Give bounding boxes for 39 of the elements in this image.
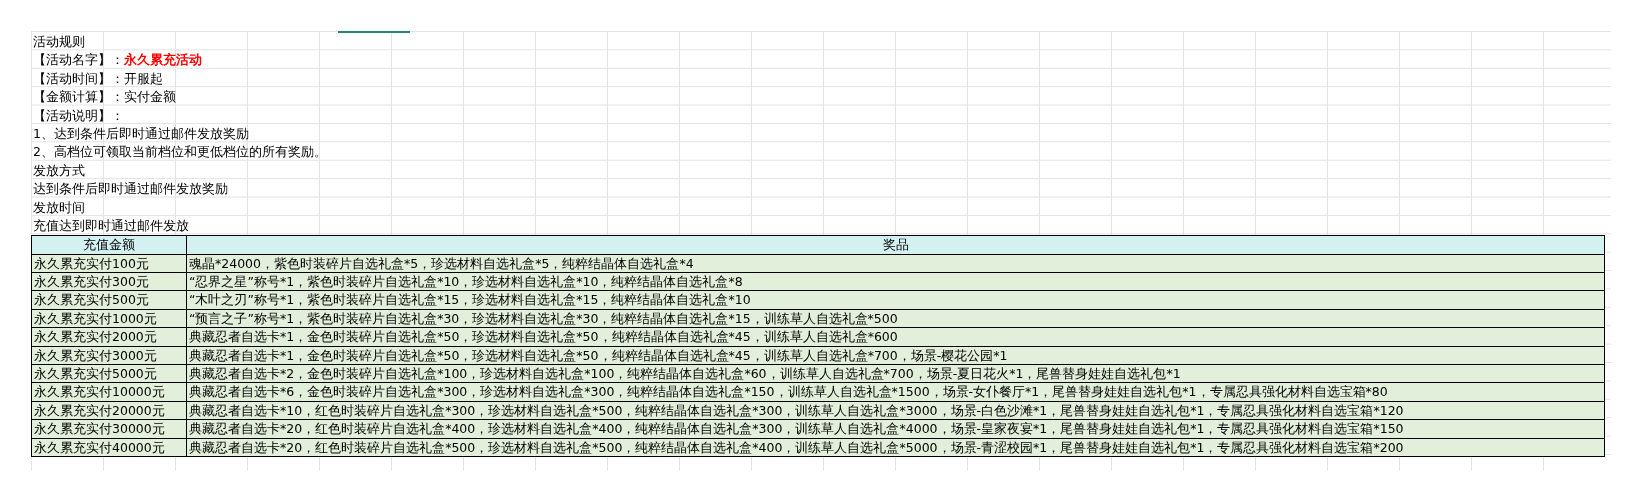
selected-column-marker <box>338 31 410 33</box>
column-header: 奖品 <box>187 236 1605 254</box>
table-cell: 永久累充实付2000元 <box>32 328 187 346</box>
table-cell: 魂晶*24000，紫色时装碎片自选礼盒*5，珍选材料自选礼盒*5，纯粹结晶体自选礼盒*4 <box>187 254 1605 273</box>
column-header: 充值金额 <box>32 236 187 254</box>
rule-text: 【活动说明】： <box>33 106 124 125</box>
rule-label: 【活动名字】： <box>33 51 124 70</box>
rule-text: 1、达到条件后即时通过邮件发放奖励 <box>33 124 249 143</box>
rule-value: 永久累充活动 <box>124 51 202 70</box>
rule-text: 达到条件后即时通过邮件发放奖励 <box>33 180 228 199</box>
table-cell: 永久累充实付3000元 <box>32 346 187 365</box>
table-cell: 永久累充实付100元 <box>32 254 187 273</box>
table-cell: 典藏忍者自选卡*20，红色时装碎片自选礼盒*400，珍选材料自选礼盒*400，纯粹结晶体自选礼盒*300，训练草人自选礼盒*4000，场景-皇家夜宴*1，尾兽替身娃娃自选礼包*1，专属忍具强化材料自选宝箱*150 <box>187 420 1605 438</box>
table-cell: 永久累充实付1000元 <box>32 309 187 328</box>
rule-value: 开服起 <box>124 69 163 88</box>
table-cell: 典藏忍者自选卡*10，红色时装碎片自选礼盒*300，珍选材料自选礼盒*500，纯粹结晶体自选礼盒*300，训练草人自选礼盒*3000，场景-白色沙滩*1，尾兽替身娃娃自选礼包*1，专属忍具强化材料自选宝箱*120 <box>187 401 1605 420</box>
table-cell: 永久累充实付10000元 <box>32 383 187 401</box>
rule-text: 发放时间 <box>33 198 85 217</box>
table-cell: 永久累充实付30000元 <box>32 420 187 438</box>
table-cell: 永久累充实付40000元 <box>32 438 187 456</box>
table-cell: 永久累充实付500元 <box>32 291 187 309</box>
table-cell: 永久累充实付5000元 <box>32 365 187 383</box>
table-cell: 典藏忍者自选卡*6，金色时装碎片自选礼盒*300，珍选材料自选礼盒*300，纯粹结晶体自选礼盒*150，训练草人自选礼盒*1500，场景-女仆餐厅*1，尾兽替身娃娃自选礼包*1，专属忍具强化材料自选宝箱*80 <box>187 383 1605 401</box>
rule-label: 【活动时间】： <box>33 69 124 88</box>
rule-text: 发放方式 <box>33 161 85 180</box>
table-cell: 典藏忍者自选卡*1，金色时装碎片自选礼盒*50，珍选材料自选礼盒*50，纯粹结晶体自选礼盒*45，训练草人自选礼盒*700，场景-樱花公园*1 <box>187 346 1605 365</box>
rule-value: 实付金额 <box>124 88 176 107</box>
table-cell: “忍界之星”称号*1，紫色时装碎片自选礼盒*10，珍选材料自选礼盒*10，纯粹结晶体自选礼盒*8 <box>187 273 1605 291</box>
rule-text: 充值达到即时通过邮件发放 <box>33 216 189 235</box>
table-cell: 永久累充实付20000元 <box>32 401 187 420</box>
table-cell: “预言之子”称号*1，紫色时装碎片自选礼盒*30，珍选材料自选礼盒*30，纯粹结晶体自选礼盒*15，训练草人自选礼盒*500 <box>187 309 1605 328</box>
table-cell: “木叶之刃”称号*1，紫色时装碎片自选礼盒*15，珍选材料自选礼盒*15，纯粹结晶体自选礼盒*10 <box>187 291 1605 309</box>
table-cell: 典藏忍者自选卡*1，金色时装碎片自选礼盒*50，珍选材料自选礼盒*50，纯粹结晶体自选礼盒*45，训练草人自选礼盒*600 <box>187 328 1605 346</box>
table-cell: 永久累充实付300元 <box>32 273 187 291</box>
table-cell: 典藏忍者自选卡*20，红色时装碎片自选礼盒*500，珍选材料自选礼盒*500，纯粹结晶体自选礼盒*400，训练草人自选礼盒*5000，场景-青涩校园*1，尾兽替身娃娃自选礼包*1，专属忍具强化材料自选宝箱*200 <box>187 438 1605 456</box>
rule-text: 2、高档位可领取当前档位和更低档位的所有奖励。 <box>33 143 327 162</box>
rule-label: 【金额计算】： <box>33 88 124 107</box>
rule-text: 活动规则 <box>33 33 85 51</box>
table-cell: 典藏忍者自选卡*2，金色时装碎片自选礼盒*100，珍选材料自选礼盒*100，纯粹结晶体自选礼盒*60，训练草人自选礼盒*700，场景-夏日花火*1，尾兽替身娃娃自选礼包*1 <box>187 365 1605 383</box>
